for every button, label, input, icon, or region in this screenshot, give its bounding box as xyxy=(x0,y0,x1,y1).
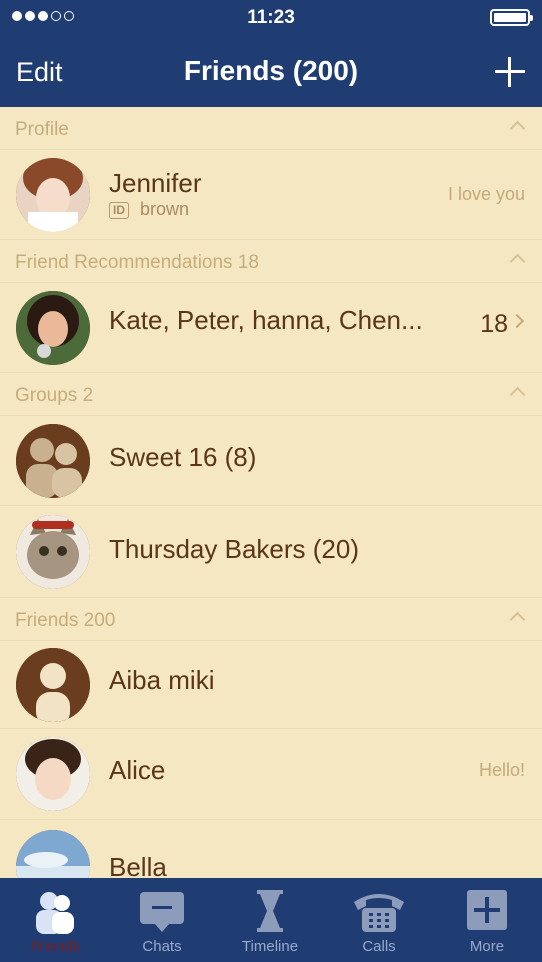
add-friend-plus-icon[interactable] xyxy=(495,57,525,87)
tab-bar: Friends Chats Timeline Calls More xyxy=(0,878,542,962)
tab-timeline[interactable]: Timeline xyxy=(216,878,324,962)
tab-chats[interactable]: Chats xyxy=(108,878,216,962)
avatar xyxy=(16,158,90,232)
section-label: Groups 2 xyxy=(15,385,94,406)
avatar xyxy=(16,830,90,878)
friend-name: Aiba miki xyxy=(109,665,215,695)
tab-label: Calls xyxy=(362,938,396,955)
tab-calls[interactable]: Calls xyxy=(325,878,433,962)
friends-icon xyxy=(36,892,74,934)
status-message: Hello! xyxy=(478,760,525,780)
hourglass-icon xyxy=(257,890,283,932)
tab-label: Chats xyxy=(142,938,182,955)
friend-name: Alice xyxy=(109,755,166,785)
recommendations-row[interactable]: Kate, Peter, hanna, Chen... 18 xyxy=(0,283,542,373)
group-default-icon xyxy=(16,424,90,498)
group-name: Sweet 16 (8) xyxy=(109,442,257,472)
tab-more[interactable]: More xyxy=(433,878,541,962)
plus-square-icon xyxy=(467,890,507,930)
tab-friends[interactable]: Friends xyxy=(1,878,109,962)
battery-icon xyxy=(490,9,533,26)
section-header-profile[interactable]: Profile xyxy=(0,107,542,150)
section-header-friends[interactable]: Friends 200 xyxy=(0,598,542,641)
profile-name: Jennifer xyxy=(109,168,202,198)
section-label: Profile xyxy=(15,119,69,140)
avatar xyxy=(16,291,90,365)
recommendation-names: Kate, Peter, hanna, Chen... xyxy=(109,305,423,335)
avatar xyxy=(16,515,90,589)
section-label: Friends 200 xyxy=(15,610,116,631)
section-header-recommendations[interactable]: Friend Recommendations 18 xyxy=(0,240,542,283)
header: 11:23 Edit Friends (200) xyxy=(0,0,542,107)
tab-label: Timeline xyxy=(241,938,299,955)
avatar xyxy=(16,737,90,811)
chevron-up-icon[interactable] xyxy=(509,386,526,403)
status-time: 11:23 xyxy=(247,7,295,28)
chevron-up-icon[interactable] xyxy=(509,120,526,137)
phone-icon xyxy=(354,894,404,932)
section-header-groups[interactable]: Groups 2 xyxy=(0,373,542,416)
list-item[interactable]: Alice Hello! xyxy=(0,729,542,820)
page-title: Friends (200) xyxy=(183,55,359,86)
chevron-right-icon xyxy=(509,313,525,329)
recommendation-count: 18 xyxy=(480,310,508,338)
profile-row[interactable]: Jennifer ID brown I love you xyxy=(0,150,542,240)
friend-name: Bella xyxy=(109,852,167,878)
chevron-up-icon[interactable] xyxy=(509,253,526,270)
chevron-up-icon[interactable] xyxy=(509,611,526,628)
id-badge: ID xyxy=(109,202,129,219)
status-message: I love you xyxy=(447,184,525,204)
section-label: Friend Recommendations 18 xyxy=(15,252,259,273)
list-item[interactable]: Aiba miki xyxy=(0,641,542,729)
status-bar: 11:23 xyxy=(0,0,542,34)
group-name: Thursday Bakers (20) xyxy=(109,534,359,564)
tab-label: More xyxy=(469,938,505,955)
list-item[interactable]: Bella xyxy=(0,820,542,878)
tab-label: Friends xyxy=(29,938,81,955)
list-item[interactable]: Sweet 16 (8) xyxy=(0,416,542,506)
default-user-icon xyxy=(16,648,90,722)
profile-id: brown xyxy=(140,199,190,219)
list-item[interactable]: Thursday Bakers (20) xyxy=(0,506,542,598)
friends-list[interactable]: Profile Jennifer ID brown I love you Fri… xyxy=(0,107,542,878)
chat-icon xyxy=(140,892,184,932)
